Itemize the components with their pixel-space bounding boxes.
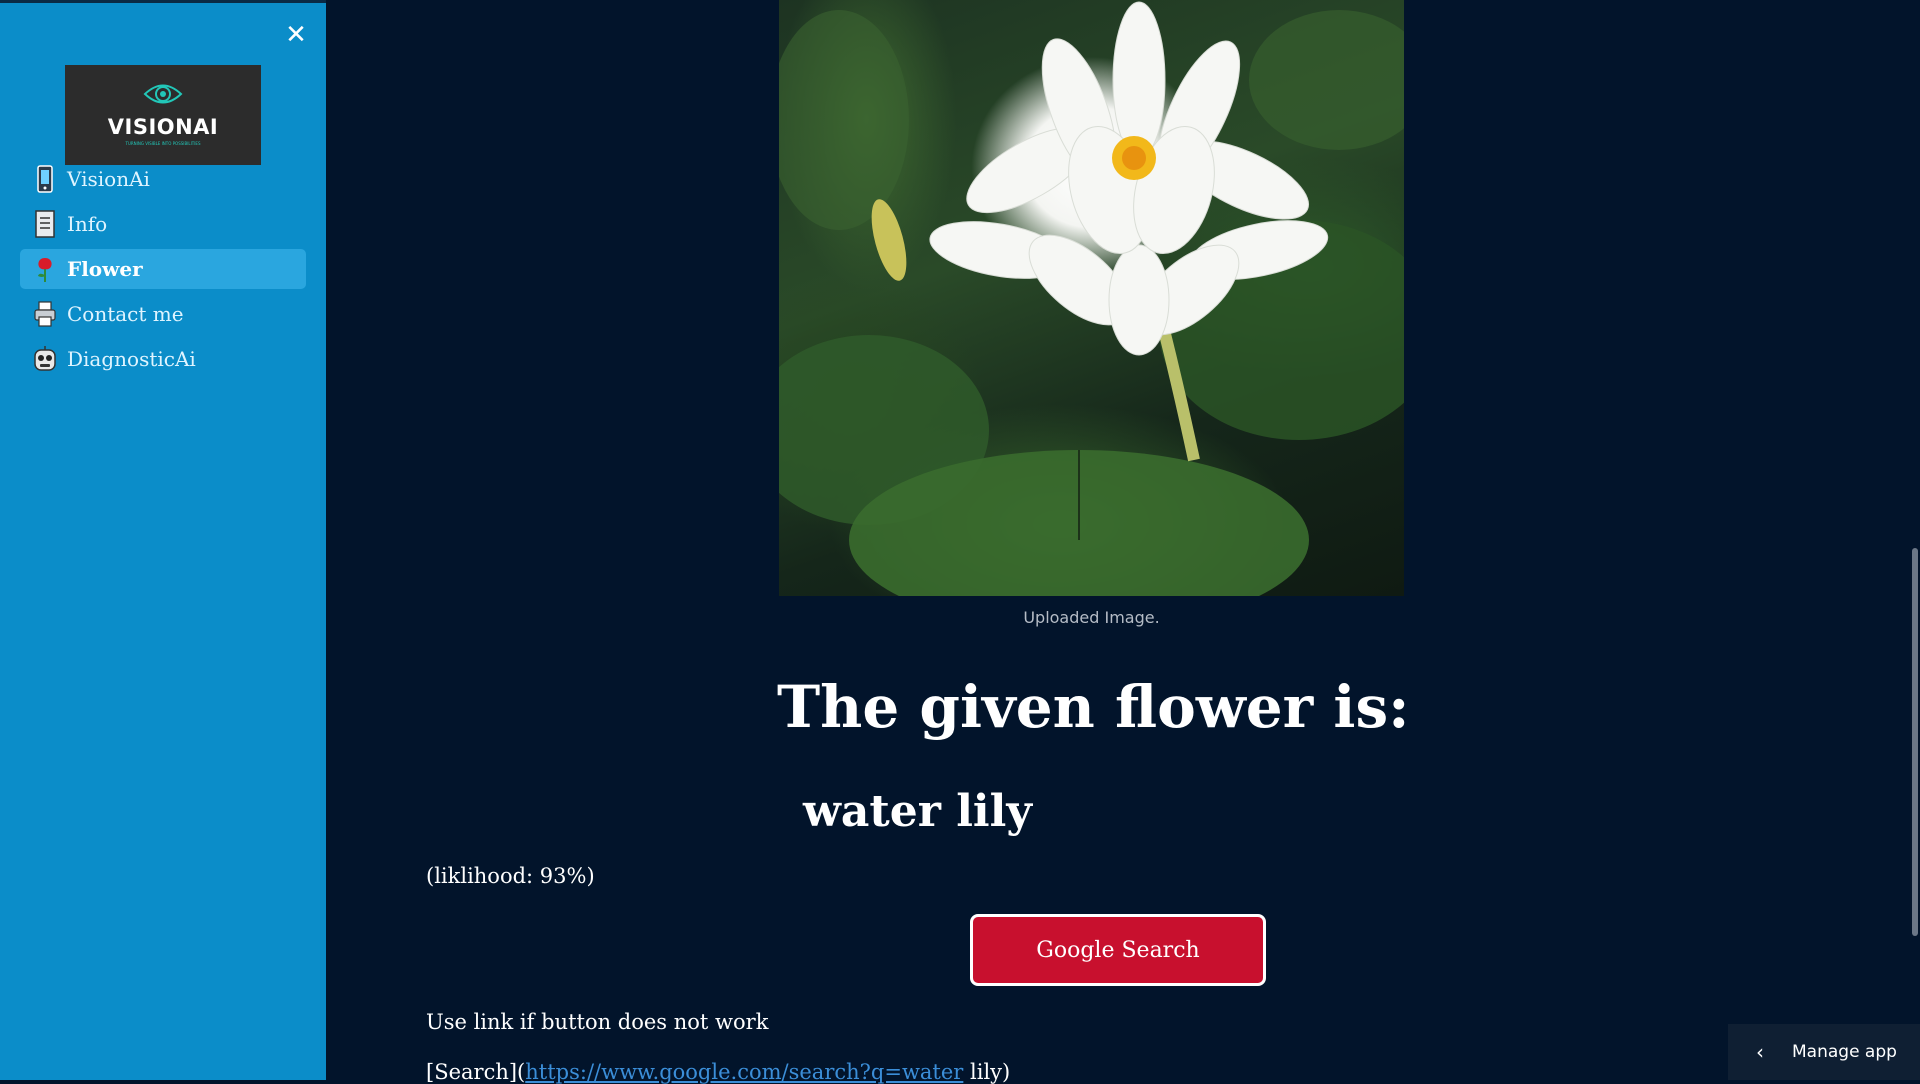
likelihood-text: (liklihood: 93%) [426, 864, 595, 888]
google-search-button[interactable]: Google Search [970, 914, 1266, 986]
close-icon: ✕ [285, 20, 307, 50]
sidebar-item-label: Info [67, 212, 108, 236]
google-search-link[interactable]: https://www.google.com/search?q=water [525, 1060, 963, 1084]
phone-icon [32, 164, 58, 194]
sidebar-item-contact[interactable]: Contact me [20, 294, 306, 334]
fallback-hint: Use link if button does not work [426, 1010, 769, 1034]
chevron-left-icon: ‹ [1756, 1040, 1764, 1064]
image-caption: Uploaded Image. [1023, 608, 1160, 627]
sidebar-item-info[interactable]: Info [20, 204, 306, 244]
sidebar-item-flower[interactable]: Flower [20, 249, 306, 289]
sidebar-item-diagnosticai[interactable]: DiagnosticAi [20, 339, 306, 379]
sidebar-item-visionai[interactable]: VisionAi [20, 159, 306, 199]
eye-logo-icon [143, 84, 183, 104]
close-sidebar-button[interactable]: ✕ [282, 21, 310, 49]
predicted-flower-name: water lily [803, 786, 1032, 837]
visionai-logo: VISIONAI TURNING VISIBLE INTO POSSIBILIT… [65, 65, 261, 165]
logo-tagline: TURNING VISIBLE INTO POSSIBILITIES [125, 141, 201, 146]
sidebar-nav: VisionAi Info Flower Contact me Diagnost… [20, 159, 306, 384]
printer-icon [32, 299, 58, 329]
sidebar-item-label: VisionAi [67, 167, 150, 191]
robot-face-icon [32, 344, 58, 374]
main-content: Uploaded Image. The given flower is: wat… [326, 0, 1920, 1084]
sidebar: ✕ VISIONAI TURNING VISIBLE INTO POSSIBIL… [0, 0, 326, 1080]
link-suffix: lily) [963, 1060, 1011, 1084]
sidebar-item-label: Contact me [67, 302, 184, 326]
vertical-scrollbar[interactable] [1912, 548, 1918, 936]
rose-icon [32, 254, 58, 284]
document-icon [32, 209, 58, 239]
manage-app-label: Manage app [1792, 1042, 1897, 1062]
search-link-line: [Search](https://www.google.com/search?q… [426, 1060, 1010, 1084]
result-heading: The given flower is: [777, 673, 1410, 741]
sidebar-item-label: Flower [67, 257, 143, 281]
logo-text: VISIONAI [107, 115, 219, 139]
sidebar-item-label: DiagnosticAi [67, 347, 196, 371]
manage-app-button[interactable]: ‹ Manage app [1728, 1024, 1920, 1080]
link-prefix: [Search]( [426, 1060, 526, 1084]
uploaded-flower-image [779, 0, 1404, 596]
